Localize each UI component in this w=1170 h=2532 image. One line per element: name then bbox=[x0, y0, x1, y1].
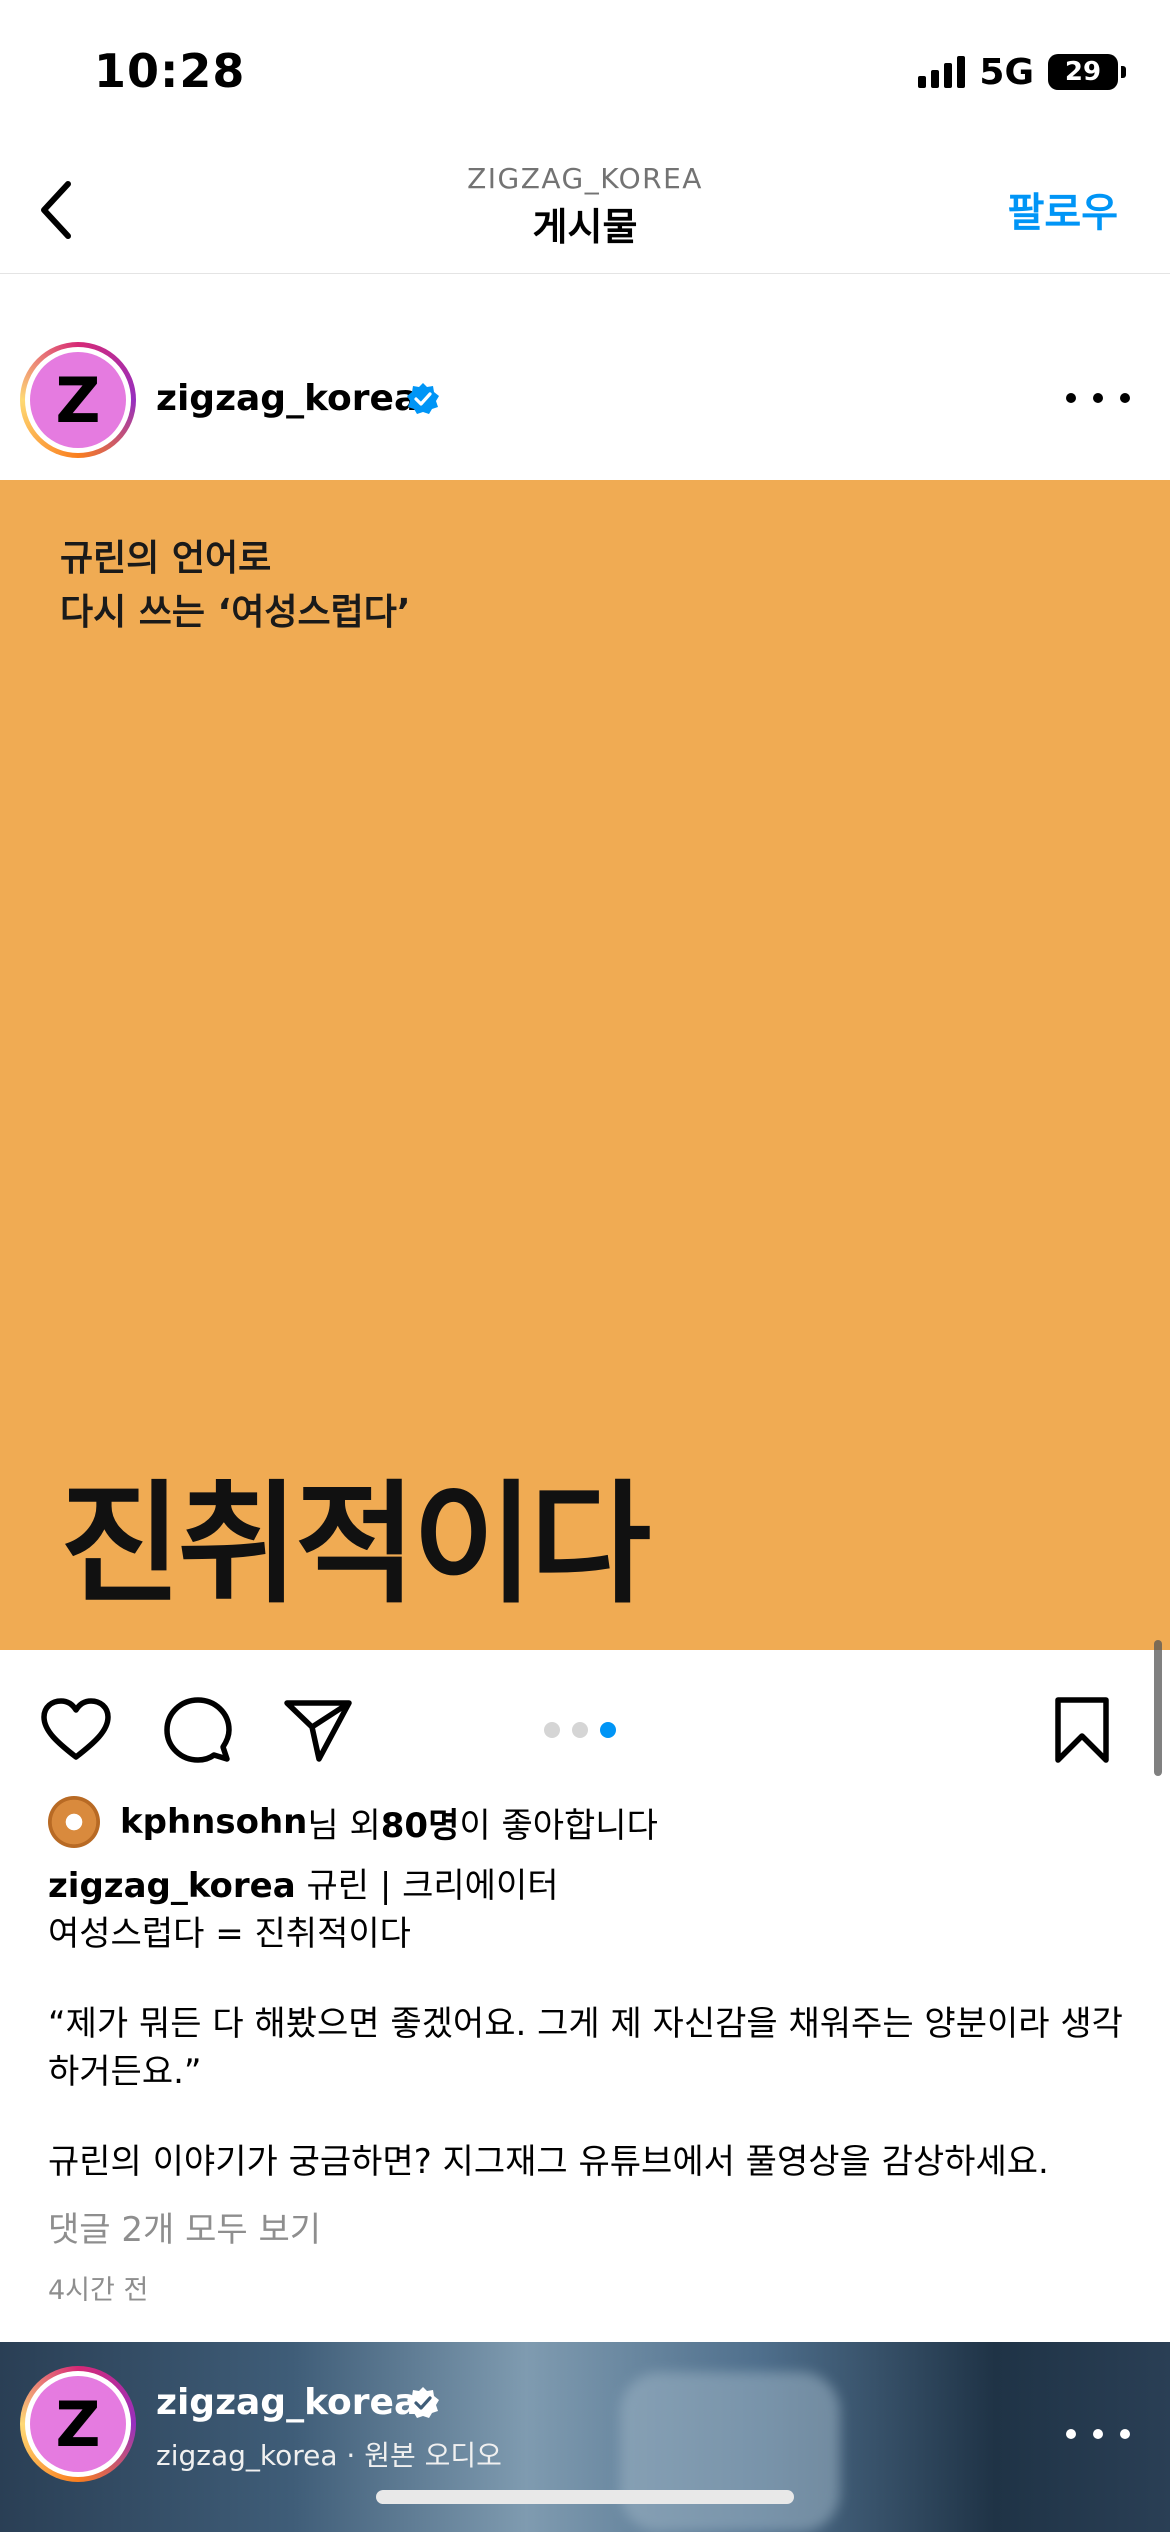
page-title: 게시물 bbox=[532, 205, 638, 249]
caption-spacer bbox=[48, 1958, 1128, 2000]
post-header: Z zigzag_korea bbox=[0, 330, 1170, 470]
next-post-avatar-letter: Z bbox=[30, 2376, 126, 2472]
signal-icon bbox=[918, 56, 966, 88]
action-bar bbox=[0, 1670, 1170, 1780]
like-button[interactable] bbox=[38, 1692, 114, 1768]
caption-spacer bbox=[48, 2096, 1128, 2138]
caption-username[interactable]: zigzag_korea bbox=[48, 1866, 296, 1906]
verified-badge-icon bbox=[407, 2387, 439, 2418]
carousel-dot-active bbox=[600, 1722, 616, 1738]
avatar[interactable]: Z bbox=[20, 342, 136, 458]
comment-button[interactable] bbox=[160, 1692, 236, 1768]
next-post-avatar[interactable]: Z bbox=[20, 2366, 136, 2482]
image-subtitle: 규린의 언어로 다시 쓰는 ‘여성스럽다’ bbox=[60, 532, 411, 640]
comment-icon bbox=[164, 1697, 232, 1763]
status-bar: 10:28 5G 29 bbox=[0, 0, 1170, 140]
nav-header: ZIGZAG_KOREA 게시물 팔로우 bbox=[0, 150, 1170, 274]
battery-level: 29 bbox=[1064, 57, 1102, 87]
image-title: 진취적이다 bbox=[60, 1468, 651, 1622]
battery-icon: 29 bbox=[1048, 54, 1126, 90]
image-subtitle-line1: 규린의 언어로 bbox=[60, 538, 272, 579]
carousel-dot bbox=[544, 1722, 560, 1738]
account-name: ZIGZAG_KOREA bbox=[467, 162, 703, 195]
post-username[interactable]: zigzag_korea bbox=[156, 378, 418, 419]
send-icon bbox=[284, 1700, 352, 1762]
liker-avatar bbox=[48, 1796, 100, 1848]
save-button[interactable] bbox=[1044, 1692, 1120, 1768]
post-image[interactable]: 규린의 언어로 다시 쓰는 ‘여성스럽다’ 진취적이다 bbox=[0, 480, 1170, 1776]
liker-username[interactable]: kphnsohn bbox=[120, 1802, 307, 1842]
likes-suffix-text: 이 좋아합니다 bbox=[459, 1805, 658, 1846]
caption-line1: zigzag_korea 규린 | 크리에이터 bbox=[48, 1862, 1128, 1910]
post-timestamp: 4시간 전 bbox=[48, 2275, 149, 2306]
next-post-username[interactable]: zigzag_korea bbox=[156, 2382, 418, 2423]
caption-line2: 여성스럽다 = 진취적이다 bbox=[48, 1914, 411, 1954]
next-post-more-button[interactable] bbox=[1066, 2416, 1130, 2452]
likes-middle-text: 님 외 bbox=[307, 1805, 381, 1846]
status-indicators: 5G 29 bbox=[918, 51, 1126, 93]
caption-quote: “제가 뭐든 다 해봤으면 좋겠어요. 그게 제 자신감을 채워주는 양분이라 … bbox=[48, 2004, 1123, 2092]
likes-count[interactable]: 80명 bbox=[381, 1798, 460, 1847]
post-caption: zigzag_korea 규린 | 크리에이터 여성스럽다 = 진취적이다 “제… bbox=[48, 1862, 1128, 2186]
caption-cta: 규린의 이야기가 궁금하면? 지그재그 유튜브에서 풀영상을 감상하세요. bbox=[48, 2142, 1049, 2182]
caption-title: 규린 | 크리에이터 bbox=[295, 1866, 559, 1906]
carousel-dot bbox=[572, 1722, 588, 1738]
next-post-audio[interactable]: zigzag_korea · 원본 오디오 bbox=[156, 2434, 502, 2474]
view-comments-link[interactable]: 댓글 2개 모두 보기 bbox=[48, 2202, 321, 2251]
heart-icon bbox=[41, 1698, 111, 1760]
bookmark-icon bbox=[1055, 1697, 1109, 1763]
avatar-letter: Z bbox=[30, 352, 126, 448]
status-time: 10:28 bbox=[94, 44, 246, 98]
home-indicator[interactable] bbox=[376, 2490, 794, 2504]
image-subtitle-line2: 다시 쓰는 ‘여성스럽다’ bbox=[60, 592, 411, 633]
more-options-button[interactable] bbox=[1066, 380, 1130, 416]
share-button[interactable] bbox=[280, 1692, 356, 1768]
network-type: 5G bbox=[979, 51, 1034, 93]
carousel-indicator bbox=[544, 1722, 616, 1738]
follow-button[interactable]: 팔로우 bbox=[1008, 180, 1118, 238]
verified-badge-icon bbox=[407, 383, 439, 414]
likes-summary[interactable]: kphnsohn 님 외 80명 이 좋아합니다 bbox=[48, 1794, 658, 1850]
